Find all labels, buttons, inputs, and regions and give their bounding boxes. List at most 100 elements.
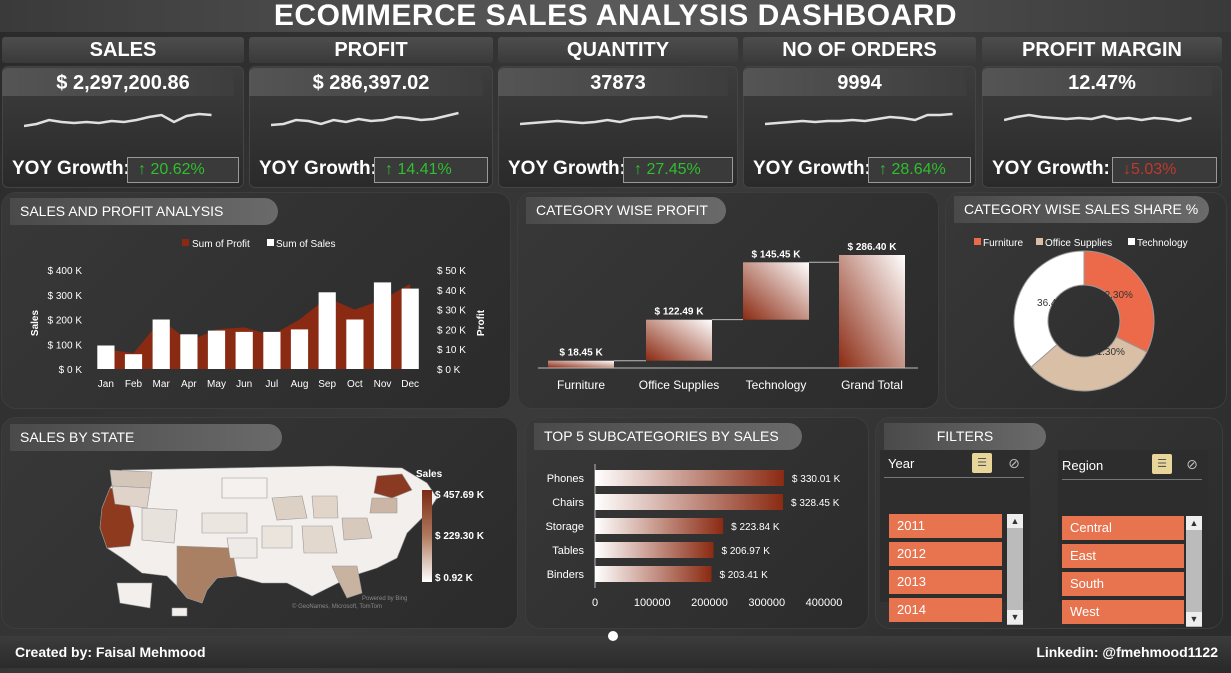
sales-profit-panel: SALES AND PROFIT ANALYSIS Sum of Profit S…	[2, 193, 510, 408]
divider	[884, 477, 1024, 478]
kpi-value: $ 2,297,200.86	[56, 72, 190, 94]
kpi-value: 37873	[590, 72, 646, 94]
yoy-label: YOY Growth:	[508, 158, 626, 179]
sales-bar[interactable]	[263, 331, 281, 369]
sales-bar[interactable]	[318, 292, 336, 369]
x-tick: Jun	[236, 379, 252, 390]
region-filter-item[interactable]: West	[1062, 600, 1184, 624]
subcategory-bar[interactable]	[595, 494, 783, 510]
y-tick-left: $ 200 K	[48, 316, 83, 327]
sales-legend-max: $ 457.69 K	[435, 490, 485, 501]
y-tick-left: $ 300 K	[48, 291, 83, 302]
profit-area	[105, 283, 411, 369]
region-filter-item[interactable]: Central	[1062, 516, 1184, 540]
clear-filter-icon[interactable]: ⊘	[1005, 454, 1023, 472]
sales-bar[interactable]	[373, 282, 392, 369]
yoy-label: YOY Growth:	[753, 158, 871, 179]
sales-legend-min: $ 0.92 K	[435, 573, 474, 584]
scroll-down-icon[interactable]: ▼	[1186, 612, 1202, 626]
region-scrollbar[interactable]	[1186, 516, 1202, 627]
data-label: $ 330.01 K	[792, 474, 841, 485]
kpi-value: 9994	[837, 72, 882, 94]
map-credit-2: © GeoNames, Microsoft, TomTom	[292, 603, 382, 610]
multi-select-icon[interactable]: ☰	[972, 453, 992, 473]
year-filter-item[interactable]: 2012	[889, 542, 1002, 566]
dashboard-title: ECOMMERCE SALES ANALYSIS DASHBOARD	[0, 0, 1231, 32]
data-label: $ 206.97 K	[721, 546, 770, 557]
waterfall-bar[interactable]	[646, 319, 712, 361]
region-filter-item[interactable]: South	[1062, 572, 1184, 596]
x-tick: Aug	[291, 379, 309, 390]
year-filter-item[interactable]: 2013	[889, 570, 1002, 594]
sales-bar[interactable]	[235, 331, 253, 369]
sales-bar[interactable]	[401, 288, 419, 369]
subcategory-bar[interactable]	[595, 518, 724, 534]
kpi-label: SALES	[2, 37, 244, 63]
kpi-card: $ 286,397.02 YOY Growth: ↑ 14.41%	[249, 66, 493, 188]
y-tick-right: $ 30 K	[437, 306, 466, 317]
footer: Created by: Faisal Mehmood Linkedin: @fm…	[0, 636, 1231, 668]
x-tick: Office Supplies	[639, 378, 720, 392]
sparkline-path	[24, 112, 212, 128]
legend-profit: Sum of Profit	[192, 239, 250, 250]
sales-bar[interactable]	[290, 329, 309, 369]
year-filter-item[interactable]: 2011	[889, 514, 1002, 538]
clear-filter-icon[interactable]: ⊘	[1183, 455, 1201, 473]
scroll-up-icon[interactable]: ▲	[1186, 516, 1202, 530]
year-filter-item[interactable]: 2014	[889, 598, 1002, 622]
sparkline-path	[520, 114, 708, 126]
state-ohio	[311, 495, 339, 519]
sales-bar[interactable]	[124, 354, 143, 369]
subcategory-bar[interactable]	[595, 470, 784, 486]
linkedin-link[interactable]: Linkedin: @fmehmood1122	[1036, 638, 1218, 666]
multi-select-icon[interactable]: ☰	[1152, 454, 1172, 474]
waterfall-bar[interactable]	[548, 360, 614, 368]
year-scrollbar[interactable]	[1007, 514, 1023, 625]
waterfall-bar[interactable]	[743, 262, 809, 320]
y-tick-right: $ 50 K	[437, 266, 466, 277]
sales-bar[interactable]	[180, 334, 198, 369]
state-alaska	[116, 582, 153, 609]
y-tick-left: $ 0 K	[59, 365, 83, 376]
legend-swatch	[974, 238, 981, 245]
kpi-value: 12.47%	[1068, 72, 1136, 94]
region-filter-item[interactable]: East	[1062, 544, 1184, 568]
us-map-states	[99, 465, 438, 617]
x-tick: Jan	[98, 379, 114, 390]
sales-bar[interactable]	[97, 345, 115, 370]
legend-label: Technology	[1137, 238, 1188, 249]
sales-by-state-panel: SALES BY STATE Sales $ 457.69 K $ 229.30…	[2, 418, 517, 628]
kpi-sparkline	[271, 111, 459, 127]
sales-bar[interactable]	[152, 319, 170, 370]
sales-profit-chart: Sum of Profit Sum of Sales $ 400 K $ 300 K $…	[30, 239, 487, 390]
scroll-down-icon[interactable]: ▼	[1007, 610, 1023, 624]
sales-bar[interactable]	[346, 319, 364, 370]
waterfall-bar[interactable]	[839, 255, 905, 368]
region-slicer: Region ☰ ⊘ ▲ ▼ Central East South West	[1058, 450, 1208, 627]
donut-slice[interactable]	[1083, 250, 1155, 353]
x-tick: Oct	[347, 379, 363, 390]
x-tick: Nov	[374, 379, 392, 390]
kpi-value: $ 286,397.02	[312, 72, 430, 94]
sales-legend-mid: $ 229.30 K	[435, 531, 485, 542]
subcategory-bar[interactable]	[595, 542, 714, 558]
y-axis-label-right: Profit	[476, 309, 487, 336]
map-credit-1: Powered by Bing	[362, 596, 407, 602]
x-tick: 300000	[748, 597, 785, 609]
us-map[interactable]: Sales $ 457.69 K $ 229.30 K $ 0.92 K Pow…	[2, 418, 517, 628]
scroll-up-icon[interactable]: ▲	[1007, 514, 1023, 528]
y-tick: Storage	[545, 521, 584, 533]
category-profit-panel: CATEGORY WISE PROFIT $ 18.45 K Furniture $…	[518, 193, 938, 408]
sales-legend-gradient	[422, 490, 432, 582]
y-tick: Binders	[547, 569, 585, 581]
slice-label: 31.30%	[1091, 347, 1125, 358]
legend-sales: Sum of Sales	[276, 239, 335, 250]
yoy-growth-value: ↑ 20.62%	[127, 157, 239, 183]
y-tick-right: $ 0 K	[437, 365, 461, 376]
subcategory-bar[interactable]	[595, 566, 712, 582]
kpi-card: 37873 YOY Growth: ↑ 27.45%	[498, 66, 738, 188]
data-label: $ 122.49 K	[655, 307, 705, 318]
yoy-growth-value: ↑ 28.64%	[868, 157, 971, 183]
data-label: $ 145.45 K	[752, 249, 802, 260]
sales-bar[interactable]	[207, 330, 226, 369]
